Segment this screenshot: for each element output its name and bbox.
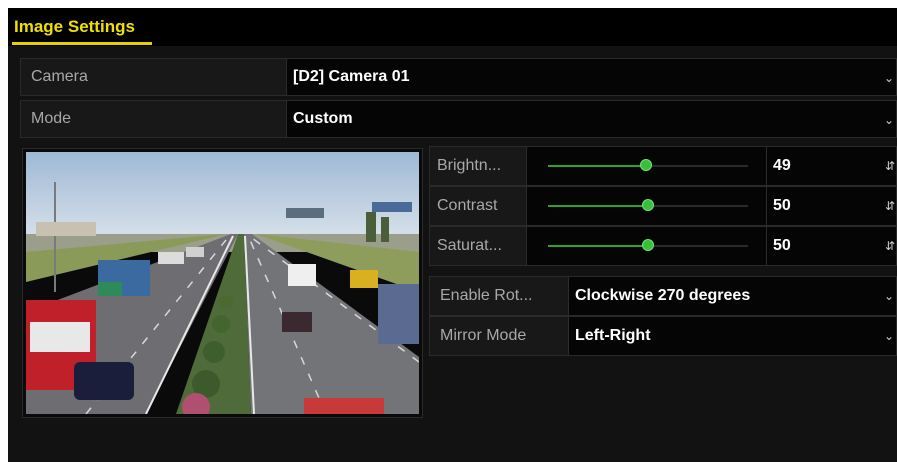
up-down-spinner-icon[interactable]: ⇵ [885,147,895,185]
title-bar: Image Settings [8,8,897,46]
chevron-down-icon[interactable]: ⌄ [884,317,894,353]
saturation-label: Saturat... [430,227,527,265]
chevron-down-icon[interactable]: ⌄ [884,101,894,137]
contrast-slider[interactable] [548,199,748,211]
rotation-value: Clockwise 270 degrees [575,287,751,304]
mirror-mode-label: Mirror Mode [430,317,569,355]
saturation-value: 50 [773,237,791,254]
chevron-down-icon[interactable]: ⌄ [884,277,894,313]
contrast-stepper[interactable]: 50 ⇵ [766,187,897,225]
up-down-spinner-icon[interactable]: ⇵ [885,187,895,225]
mode-label: Mode [21,101,287,137]
title-underline [12,42,152,45]
brightness-stepper[interactable]: 49 ⇵ [766,147,897,185]
highway-preview-image [26,152,419,414]
mirror-mode-select[interactable]: Mirror Mode Left-Right ⌄ [429,316,897,356]
brightness-value: 49 [773,157,791,174]
page-title: Image Settings [14,17,135,36]
contrast-slider-handle[interactable] [642,199,654,211]
rotation-select[interactable]: Enable Rot... Clockwise 270 degrees ⌄ [429,276,897,316]
brightness-label: Brightn... [430,147,527,185]
brightness-control: Brightn... 49 ⇵ [429,146,897,186]
brightness-slider-handle[interactable] [640,159,652,171]
brightness-slider-fill [548,165,646,167]
camera-value: [D2] Camera 01 [293,68,410,85]
saturation-slider-handle[interactable] [642,239,654,251]
brightness-slider[interactable] [548,159,748,171]
saturation-stepper[interactable]: 50 ⇵ [766,227,897,265]
mirror-mode-value: Left-Right [575,327,651,344]
camera-select[interactable]: Camera [D2] Camera 01 ⌄ [20,58,897,96]
image-settings-window: Image Settings Camera [D2] Camera 01 ⌄ M… [8,8,897,462]
camera-preview [22,148,423,418]
contrast-slider-fill [548,205,648,207]
mode-select[interactable]: Mode Custom ⌄ [20,100,897,138]
saturation-slider[interactable] [548,239,748,251]
contrast-value: 50 [773,197,791,214]
chevron-down-icon[interactable]: ⌄ [884,59,894,95]
camera-label: Camera [21,59,287,95]
up-down-spinner-icon[interactable]: ⇵ [885,227,895,265]
saturation-slider-fill [548,245,648,247]
contrast-label: Contrast [430,187,527,225]
rotation-label: Enable Rot... [430,277,569,315]
saturation-control: Saturat... 50 ⇵ [429,226,897,266]
mode-value: Custom [293,110,353,127]
contrast-control: Contrast 50 ⇵ [429,186,897,226]
